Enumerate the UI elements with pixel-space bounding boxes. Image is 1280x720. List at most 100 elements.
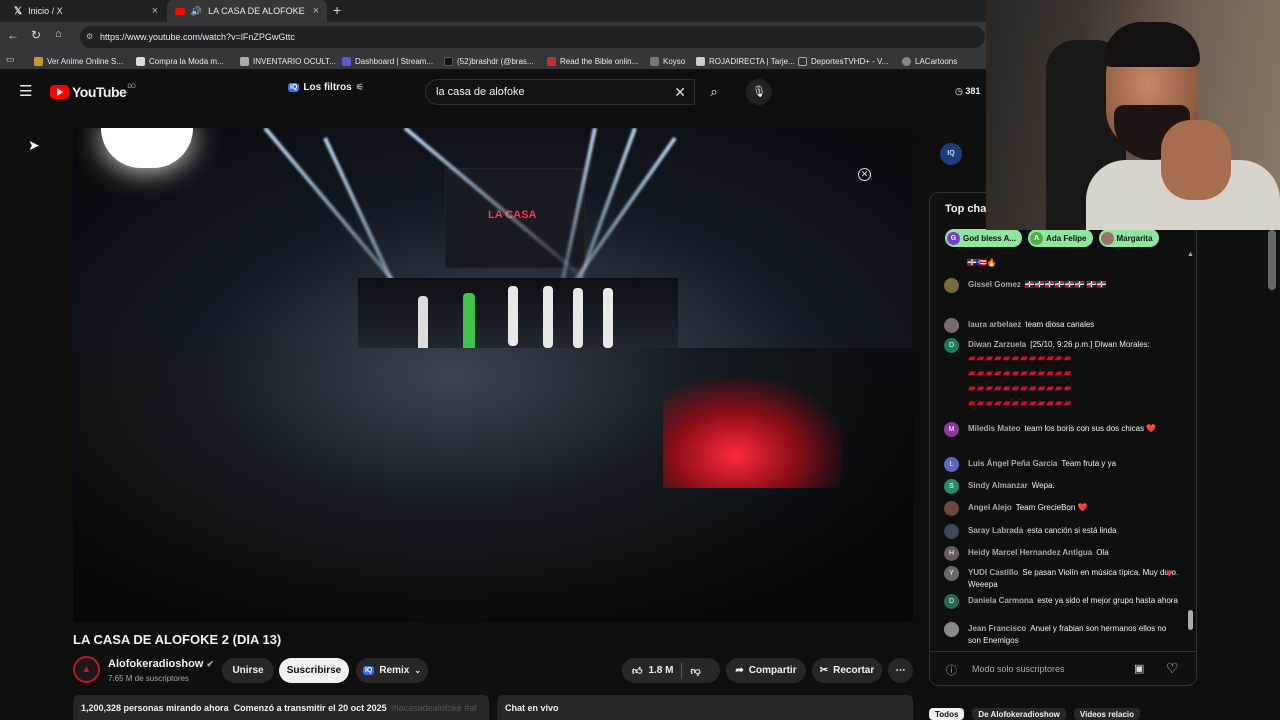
scissors-icon: ✂ — [819, 665, 829, 676]
bookmark-item[interactable]: INVENTARIO OCULT... — [240, 52, 336, 70]
chat-mode-selector[interactable]: Top chat — [945, 203, 990, 215]
reading-list-icon[interactable]: ▭ — [6, 54, 15, 65]
bookmark-favicon-icon — [696, 56, 705, 66]
speaker-icon[interactable]: 🔊 — [191, 6, 202, 17]
thumbs-up-icon: 👍︎ — [632, 665, 643, 677]
channel-avatar[interactable]: ▲ — [73, 656, 100, 683]
streamer-hand — [1161, 120, 1231, 200]
bookmark-favicon-icon — [547, 56, 556, 66]
browser-tab-youtube[interactable]: 🔊 LA CASA DE ALOFOKE 2 (DI × — [167, 0, 327, 22]
browser-tab-x[interactable]: 𝕏 Inicio / X × — [6, 0, 166, 22]
close-tab-icon[interactable]: × — [313, 5, 319, 17]
avatar[interactable] — [944, 622, 959, 637]
bookmark-item[interactable]: Compra la Moda m... — [136, 52, 224, 70]
info-icon[interactable]: ⓘ — [946, 662, 957, 678]
related-chip-bar: Todos De Alofokeradioshow Videos relacio — [929, 708, 1229, 720]
chip-channel[interactable]: De Alofokeradioshow — [972, 708, 1066, 720]
channel-subscribers: 7.65 M de suscriptores — [108, 674, 189, 683]
site-info-icon[interactable]: ⚙ — [86, 26, 93, 48]
join-button[interactable]: Unirse — [222, 658, 274, 683]
chip-related[interactable]: Videos relacio — [1073, 708, 1141, 720]
channel-name[interactable]: Alofokeradioshow ✔ — [108, 658, 214, 670]
scrollbar-thumb[interactable] — [1188, 610, 1193, 630]
donor-chip[interactable]: G God bless A... — [945, 229, 1023, 247]
donor-chip[interactable]: A Ada Felipe — [1028, 229, 1093, 247]
chat-message: 🇩🇴🇵🇷🔥 — [967, 258, 997, 267]
chip-all[interactable]: Todos — [929, 708, 965, 720]
performer — [508, 286, 518, 346]
bookmark-item[interactable]: Ver Anime Online S... — [34, 52, 123, 70]
like-button[interactable]: 👍︎ 1.8 M — [632, 665, 673, 677]
heart-reaction-icon: ♥ — [1166, 568, 1173, 580]
iq-extension-button[interactable]: IQ — [940, 143, 962, 165]
performer — [418, 296, 428, 354]
header-counter[interactable]: ◷ 381 — [955, 86, 980, 97]
menu-icon[interactable]: ☰ — [19, 82, 32, 100]
bookmark-item[interactable]: Dashboard | Stream... — [342, 52, 433, 70]
clip-button[interactable]: ✂ Recortar — [812, 658, 882, 683]
flag-emojis: ▰▰▰▰▰▰▰▰▰▰▰▰ ▰▰▰▰▰▰▰▰▰▰▰▰ ▰▰▰▰▰▰▰▰▰▰▰▰ ▰▰▰▰… — [968, 353, 1073, 409]
filters-button[interactable]: IQ Los filtros ⚟ — [288, 82, 364, 93]
tab-label: Inicio / X — [28, 6, 63, 16]
clock-icon: ◷ — [955, 86, 963, 96]
donor-chip[interactable]: Margarita — [1098, 229, 1159, 247]
bookmark-item[interactable]: Koyso — [650, 52, 685, 70]
share-button[interactable]: ➦ Compartir — [726, 658, 806, 683]
avatar[interactable] — [944, 278, 959, 293]
chat-message: D Diwan Zarzuela [25/10, 9:26 p.m.] Diwan… — [944, 338, 1180, 411]
search-button[interactable]: ⌕ — [696, 79, 732, 105]
chat-message: S Sindy Almanzar Wepa. — [944, 479, 1180, 494]
bookmark-item[interactable]: Read the Bible onlin... — [547, 52, 638, 70]
money-icon[interactable]: ▣ — [1134, 662, 1144, 675]
url-input[interactable]: ⚙ https://www.youtube.com/watch?v=lFnZPG… — [80, 26, 985, 48]
youtube-play-icon — [50, 85, 69, 99]
chat-scrollbar[interactable]: ▲ — [1187, 251, 1194, 635]
heart-icon[interactable]: ♡ — [1166, 660, 1179, 677]
search-input[interactable]: la casa de alofoke ✕ — [425, 79, 695, 105]
stage-spotlight — [101, 128, 193, 168]
chat-replay-bar[interactable]: Chat en vivo — [497, 695, 913, 720]
dislike-button[interactable]: 👎︎ — [690, 665, 700, 677]
performer — [463, 293, 475, 353]
chat-message: Jean Francisco Anuel y frabian son herman… — [944, 622, 1180, 647]
channel-logo-icon: ▲ — [81, 664, 92, 675]
page-scrollbar-thumb[interactable] — [1268, 230, 1276, 290]
iq-badge-icon: IQ — [362, 666, 375, 675]
bookmark-item[interactable]: LACartoons — [902, 52, 957, 70]
video-title: LA CASA DE ALOFOKE 2 (DIA 13) — [73, 632, 282, 647]
back-icon[interactable]: ← — [7, 28, 19, 42]
scroll-up-icon[interactable]: ▲ — [1187, 251, 1194, 258]
bookmark-favicon-icon — [798, 56, 807, 66]
clear-search-icon[interactable]: ✕ — [674, 80, 686, 104]
bookmark-favicon-icon — [240, 56, 249, 66]
video-player[interactable]: LA CASA ✕ — [73, 128, 913, 622]
close-tab-icon[interactable]: × — [152, 5, 158, 17]
search-icon: ⌕ — [710, 84, 718, 99]
avatar[interactable] — [944, 501, 959, 516]
new-tab-button[interactable]: + — [333, 2, 341, 18]
avatar[interactable] — [944, 524, 959, 539]
bookmark-item[interactable]: ROJADIRECTA | Tarje... — [696, 52, 795, 70]
chat-message: L Luis Ángel Peña Garcia Team fruta y ya — [944, 457, 1180, 472]
webcam-overlay — [986, 0, 1280, 230]
reload-icon[interactable]: ↻ — [31, 28, 41, 42]
avatar[interactable] — [944, 318, 959, 333]
youtube-logo[interactable]: YouTube DO — [50, 84, 136, 100]
bookmark-item[interactable]: (52)brashdr (@bras... — [444, 52, 534, 70]
verified-icon: ✔ — [206, 659, 214, 669]
description-box[interactable]: 1,200,328 personas mirando ahora Comenzó… — [73, 695, 489, 720]
remix-button[interactable]: IQ Remix ⌄ — [356, 658, 428, 683]
chat-footer: ⓘ Modo solo suscriptores ▣ ♡ — [930, 651, 1196, 685]
chat-message: Gissel Gomez 🇩🇴🇩🇴🇩🇴🇩🇴🇩🇴🇩🇴 🇩🇴🇩🇴 — [944, 278, 1180, 293]
home-icon[interactable]: ⌂ — [55, 28, 62, 40]
close-overlay-icon[interactable]: ✕ — [858, 168, 871, 181]
chat-message: Angel Alejo Team GrecieBon ❤️ — [944, 501, 1180, 516]
url-text: https://www.youtube.com/watch?v=lFnZPGwG… — [100, 32, 295, 42]
voice-search-button[interactable]: 🎙 — [746, 79, 772, 105]
performer — [573, 288, 583, 348]
bookmark-item[interactable]: DeportesTVHD+ - V... — [798, 52, 888, 70]
more-actions-button[interactable]: ⋯ — [888, 658, 913, 683]
subscribe-button[interactable]: Suscribirse — [279, 658, 349, 683]
performer — [543, 286, 553, 348]
red-car — [663, 378, 843, 488]
